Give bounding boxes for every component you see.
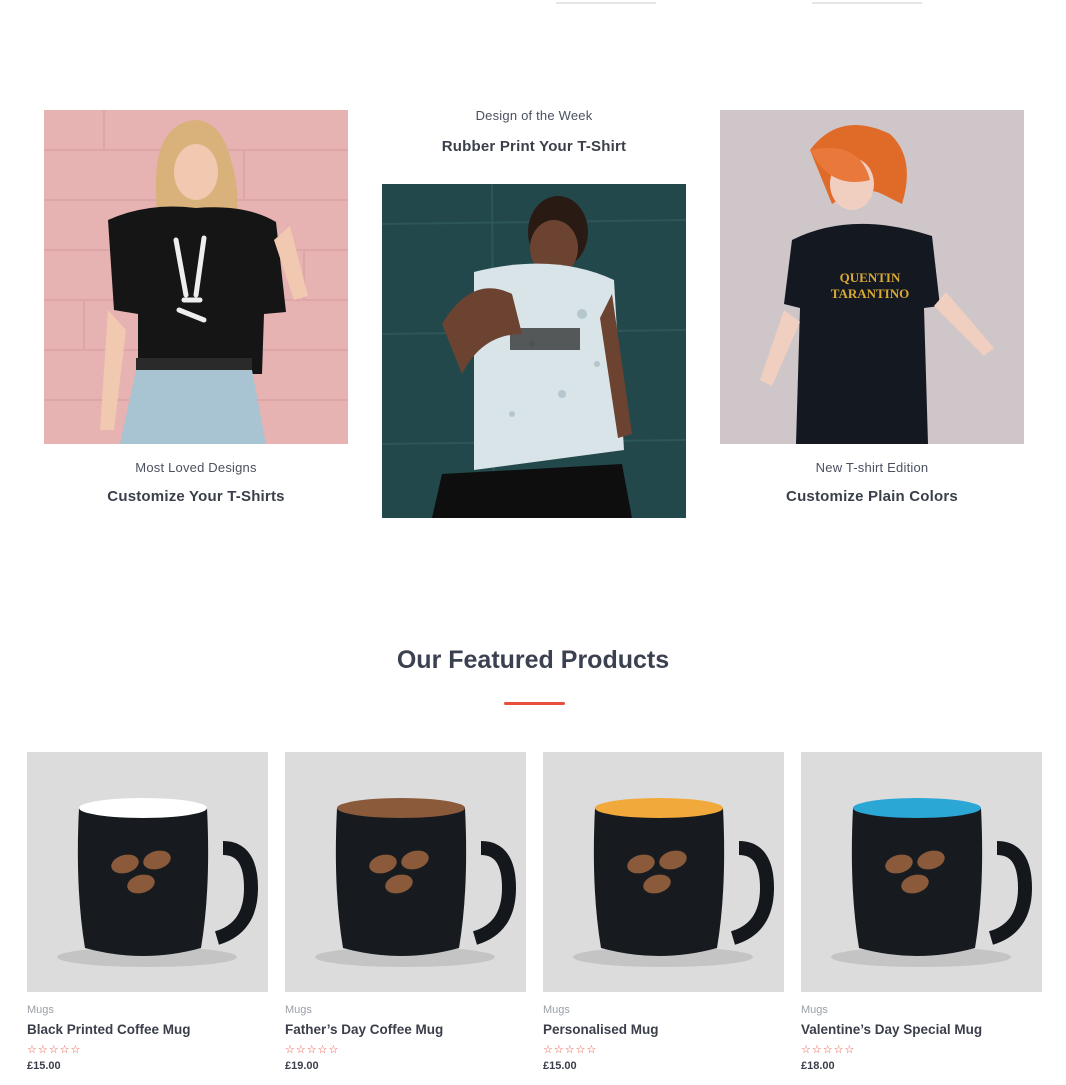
mug-image: [543, 752, 784, 992]
promo-image-new-edition[interactable]: QUENTIN TARANTINO: [720, 110, 1024, 444]
product-card[interactable]: Mugs Personalised Mug ☆☆☆☆☆ £15.00: [543, 752, 784, 1072]
promo-title[interactable]: Rubber Print Your T-Shirt: [382, 138, 686, 155]
rating-stars: ☆☆☆☆☆: [543, 1044, 598, 1056]
product-name[interactable]: Father’s Day Coffee Mug: [285, 1022, 526, 1037]
title-underline: [504, 702, 565, 705]
product-category[interactable]: Mugs: [543, 1004, 784, 1016]
product-price: £15.00: [543, 1060, 577, 1072]
product-image[interactable]: [543, 752, 784, 992]
product-name[interactable]: Personalised Mug: [543, 1022, 784, 1037]
featured-products-title: Our Featured Products: [396, 646, 670, 674]
product-category[interactable]: Mugs: [801, 1004, 1042, 1016]
product-category[interactable]: Mugs: [285, 1004, 526, 1016]
top-divider-left: [556, 2, 656, 4]
rating-stars: ☆☆☆☆☆: [801, 1044, 856, 1056]
svg-text:QUENTIN: QUENTIN: [840, 270, 901, 285]
promo-image-design-of-week[interactable]: [382, 184, 686, 518]
product-price: £19.00: [285, 1060, 319, 1072]
mug-image: [801, 752, 1042, 992]
promo-eyebrow: Most Loved Designs: [135, 460, 257, 475]
product-image[interactable]: [801, 752, 1042, 992]
mug-image: [27, 752, 268, 992]
product-name[interactable]: Valentine’s Day Special Mug: [801, 1022, 1042, 1037]
product-card[interactable]: Mugs Valentine’s Day Special Mug ☆☆☆☆☆ £…: [801, 752, 1042, 1072]
mug-image: [285, 752, 526, 992]
rating-stars: ☆☆☆☆☆: [285, 1044, 340, 1056]
promo-eyebrow: New T-shirt Edition: [815, 460, 929, 475]
svg-text:TARANTINO: TARANTINO: [831, 286, 910, 301]
product-price: £18.00: [801, 1060, 835, 1072]
product-image[interactable]: [285, 752, 526, 992]
rating-stars: ☆☆☆☆☆: [27, 1044, 82, 1056]
promo-eyebrow: Design of the Week: [475, 108, 593, 123]
promo-image-loved-designs[interactable]: [44, 110, 348, 444]
product-price: £15.00: [27, 1060, 61, 1072]
product-image[interactable]: [27, 752, 268, 992]
promo-title[interactable]: Customize Your T-Shirts: [44, 488, 348, 505]
promo-title[interactable]: Customize Plain Colors: [720, 488, 1024, 505]
product-card[interactable]: Mugs Black Printed Coffee Mug ☆☆☆☆☆ £15.…: [27, 752, 268, 1072]
product-name[interactable]: Black Printed Coffee Mug: [27, 1022, 268, 1037]
product-category[interactable]: Mugs: [27, 1004, 268, 1016]
product-card[interactable]: Mugs Father’s Day Coffee Mug ☆☆☆☆☆ £19.0…: [285, 752, 526, 1072]
top-divider-right: [812, 2, 922, 4]
